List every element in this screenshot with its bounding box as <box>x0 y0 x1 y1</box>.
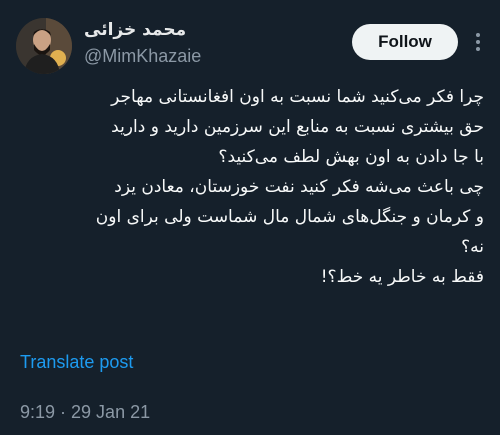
translate-post-link[interactable]: Translate post <box>20 352 133 373</box>
author-display-name[interactable]: محمد خزائی <box>84 18 284 42</box>
tweet-timestamp[interactable]: 9:19 · 29 Jan 21 <box>20 402 150 423</box>
tweet-text: چرا فکر می‌کنید شما نسبت به اون افغانستا… <box>20 82 484 292</box>
tweet-text-line: و کرمان و جنگل‌های شمال مال شماست ولی بر… <box>95 207 484 227</box>
tweet-text-line: حق بیشتری نسبت به منابع این سرزمین دارید… <box>111 117 484 137</box>
tweet-text-line: با جا دادن به اون بهش لطف می‌کنید؟ <box>218 147 484 167</box>
tweet: محمد خزائی @MimKhazaie Follow چرا فکر می… <box>0 0 500 435</box>
author-handle[interactable]: @MimKhazaie <box>84 44 284 68</box>
avatar-image <box>16 18 72 74</box>
tweet-header: محمد خزائی @MimKhazaie Follow <box>16 14 484 74</box>
tweet-text-line: چرا فکر می‌کنید شما نسبت به اون افغانستا… <box>111 87 484 107</box>
more-vertical-icon[interactable] <box>472 30 484 54</box>
tweet-text-line: فقط به خاطر یه خط؟! <box>320 267 484 287</box>
avatar[interactable] <box>16 18 72 74</box>
tweet-text-line: چی باعث می‌شه فکر کنید نفت خوزستان، معاد… <box>114 177 484 197</box>
tweet-text-line: نه؟ <box>461 237 484 257</box>
author-names: محمد خزائی @MimKhazaie <box>84 18 284 68</box>
follow-button[interactable]: Follow <box>352 24 458 60</box>
